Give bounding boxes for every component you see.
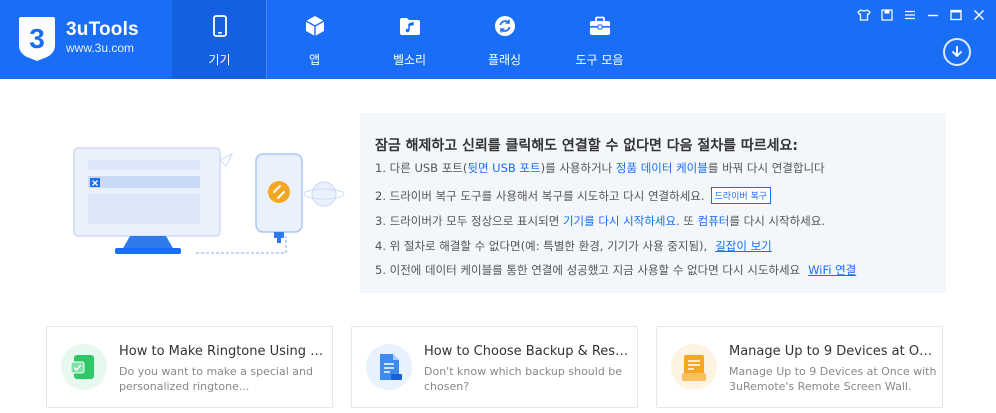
window-controls <box>857 8 986 22</box>
brand-url: www.3u.com <box>66 41 135 55</box>
card-description: Do you want to make a special and person… <box>119 365 313 393</box>
card-title: How to Choose Backup & Resto... <box>424 344 632 359</box>
step-1-text-c: )를 사용하거나 <box>540 161 616 175</box>
card-description: Manage Up to 9 Devices at Once with 3uRe… <box>729 365 937 393</box>
step-5-text: 5. 이전에 데이터 케이블를 통한 연결에 성공했고 지금 사용할 수 없다면… <box>375 263 801 277</box>
top-bar: 3 3uTools www.3u.com 기기 앱 벨소리 플래싱 도구 모음 <box>0 0 996 79</box>
card-description: Don't know which backup should be chosen… <box>424 365 623 393</box>
close-icon[interactable] <box>972 8 986 22</box>
tab-apps[interactable]: 앱 <box>267 0 362 79</box>
wifi-connect-link[interactable]: WiFi 연결 <box>808 263 856 277</box>
article-card-ringtone[interactable]: How to Make Ringtone Using 3... Do you w… <box>46 326 333 408</box>
step-2: 2. 드라이버 복구 도구를 사용해서 복구를 시도하고 다시 연결하세요. 드라… <box>375 187 772 204</box>
save-icon[interactable] <box>880 8 894 22</box>
svg-text:3: 3 <box>29 23 45 54</box>
troubleshoot-title: 잠금 해제하고 신뢰를 클릭해도 연결할 수 없다면 다음 절차를 따르세요: <box>375 138 798 154</box>
maximize-icon[interactable] <box>949 8 963 22</box>
ringtone-folder-icon <box>399 18 420 35</box>
tab-device-label: 기기 <box>208 53 231 67</box>
view-guide-link[interactable]: 길잡이 보기 <box>715 239 772 253</box>
tab-flash[interactable]: 플래싱 <box>457 0 552 79</box>
step-5: 5. 이전에 데이터 케이블를 통한 연결에 성공했고 지금 사용할 수 없다면… <box>375 262 856 278</box>
rear-usb-port-highlight: 뒷면 USB 포트 <box>467 161 541 175</box>
3utools-logo: 3 <box>19 17 55 61</box>
step-3: 3. 드라이버가 모두 정상으로 표시되면 기기를 다시 시작하세요. 또 컴퓨… <box>375 213 825 229</box>
step-3-text-c: . 또 <box>676 214 698 228</box>
shirt-skin-icon[interactable] <box>857 8 871 22</box>
flash-refresh-icon <box>494 16 515 36</box>
tab-ringtones[interactable]: 벨소리 <box>362 0 457 79</box>
article-card-remote[interactable]: Manage Up to 9 Devices at Onc... Manage … <box>656 326 943 408</box>
step-3-text-a: 3. 드라이버가 모두 정상으로 표시되면 <box>375 214 563 228</box>
troubleshoot-panel: 잠금 해제하고 신뢰를 클릭해도 연결할 수 없다면 다음 절차를 따르세요: … <box>360 113 946 293</box>
tab-toolbox-label: 도구 모음 <box>575 53 624 67</box>
tab-ringtones-label: 벨소리 <box>392 53 427 67</box>
card-title: How to Make Ringtone Using 3... <box>119 344 327 359</box>
step-1-text-a: 1. 다른 USB 포트( <box>375 161 468 175</box>
tab-toolbox[interactable]: 도구 모음 <box>552 0 647 79</box>
step-4-text: 4. 위 절차로 해결할 수 없다면(예: 특별한 환경, 기기가 사용 중지됨… <box>375 239 708 253</box>
phone-icon <box>212 15 227 37</box>
step-4: 4. 위 절차로 해결할 수 없다면(예: 특별한 환경, 기기가 사용 중지됨… <box>375 238 772 254</box>
remote-card-icon <box>671 344 717 390</box>
original-cable-highlight: 정품 데이터 케이블 <box>615 161 708 175</box>
card-title: Manage Up to 9 Devices at Onc... <box>729 344 937 359</box>
main-nav: 기기 앱 벨소리 플래싱 도구 모음 <box>172 0 647 79</box>
apps-cube-icon <box>305 16 324 36</box>
toolbox-icon <box>589 16 610 35</box>
tab-flash-label: 플래싱 <box>487 53 522 67</box>
download-icon[interactable] <box>943 38 971 66</box>
connection-illustration <box>73 147 345 254</box>
ringtone-card-icon <box>61 344 107 390</box>
restart-device-highlight: 기기를 다시 시작하세요 <box>562 214 677 228</box>
minimize-icon[interactable] <box>926 8 940 22</box>
step-1-text-e: 를 바꿔 다시 연결합니다 <box>707 161 825 175</box>
driver-repair-button[interactable]: 드라이버 복구 <box>710 187 772 204</box>
article-card-backup[interactable]: How to Choose Backup & Resto... Don't kn… <box>351 326 638 408</box>
brand-name: 3uTools <box>66 19 139 40</box>
step-3-text-e: 를 다시 시작하세요. <box>729 214 825 228</box>
step-2-text: 2. 드라이버 복구 도구를 사용해서 복구를 시도하고 다시 연결하세요. <box>375 189 705 203</box>
tab-device[interactable]: 기기 <box>172 0 267 79</box>
backup-card-icon <box>366 344 412 390</box>
step-1: 1. 다른 USB 포트(뒷면 USB 포트)를 사용하거나 정품 데이터 케이… <box>375 160 825 176</box>
computer-highlight: 컴퓨터 <box>697 214 730 228</box>
menu-icon[interactable] <box>903 8 917 22</box>
tab-apps-label: 앱 <box>308 53 321 67</box>
